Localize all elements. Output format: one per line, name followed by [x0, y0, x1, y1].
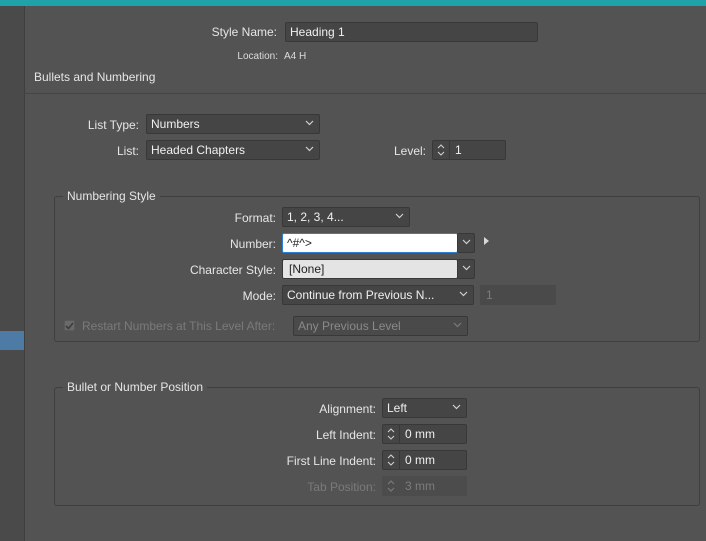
style-name-input[interactable]: Heading 1	[285, 22, 538, 42]
mode-start-field: 1	[480, 285, 556, 305]
first-line-indent-value: 0 mm	[405, 453, 435, 467]
alignment-label: Alignment:	[319, 402, 376, 416]
restart-numbers-label: Restart Numbers at This Level After:	[82, 319, 276, 333]
position-group	[54, 387, 700, 506]
first-line-indent-label: First Line Indent:	[286, 454, 376, 468]
location-value: A4 H	[284, 51, 307, 62]
list-type-value: Numbers	[151, 117, 200, 131]
category-sidebar	[0, 6, 25, 541]
checkmark-icon	[65, 319, 74, 333]
spinner-arrows-icon[interactable]	[383, 425, 400, 443]
number-dropdown-button[interactable]	[457, 233, 475, 253]
tab-position-value: 3 mm	[405, 479, 435, 493]
chevron-down-icon	[462, 263, 471, 274]
format-value: 1, 2, 3, 4...	[287, 210, 344, 224]
list-select[interactable]: Headed Chapters	[146, 140, 320, 160]
first-line-indent-spinner[interactable]: 0 mm	[382, 450, 467, 470]
level-label: Level:	[393, 144, 426, 158]
number-input[interactable]: ^#^>	[282, 233, 458, 253]
level-value: 1	[455, 143, 462, 157]
character-style-dropdown-button[interactable]	[457, 259, 475, 279]
sidebar-item-selected[interactable]	[0, 331, 24, 350]
character-style-select[interactable]: [None]	[282, 259, 458, 279]
format-label: Format:	[234, 211, 276, 225]
style-name-label: Style Name:	[211, 25, 277, 39]
triangle-right-icon[interactable]	[482, 235, 490, 249]
spinner-arrows-icon	[383, 477, 400, 495]
list-type-label: List Type:	[87, 118, 139, 132]
chevron-down-icon	[451, 317, 463, 335]
mode-value: Continue from Previous N...	[287, 288, 435, 302]
section-divider	[24, 93, 706, 94]
chevron-down-icon	[393, 208, 405, 226]
restart-level-select: Any Previous Level	[293, 316, 468, 336]
list-label: List:	[116, 144, 139, 158]
number-label: Number:	[229, 237, 276, 251]
window-accent-bar	[0, 0, 706, 6]
mode-select[interactable]: Continue from Previous N...	[282, 285, 474, 305]
format-select[interactable]: 1, 2, 3, 4...	[282, 207, 410, 227]
list-value: Headed Chapters	[151, 143, 246, 157]
chevron-down-icon	[462, 237, 471, 248]
level-spinner[interactable]: 1	[432, 140, 506, 160]
left-indent-spinner[interactable]: 0 mm	[382, 424, 467, 444]
restart-numbers-checkbox[interactable]	[64, 320, 75, 331]
section-title: Bullets and Numbering	[34, 70, 156, 84]
chevron-down-icon	[303, 141, 315, 159]
spinner-arrows-icon[interactable]	[433, 141, 450, 159]
left-indent-value: 0 mm	[405, 427, 435, 441]
location-label: Location:	[237, 51, 278, 62]
tab-position-spinner: 3 mm	[382, 476, 467, 496]
restart-level-value: Any Previous Level	[298, 319, 401, 333]
mode-label: Mode:	[242, 289, 276, 303]
chevron-down-icon	[457, 286, 469, 304]
spinner-arrows-icon[interactable]	[383, 451, 400, 469]
position-title: Bullet or Number Position	[63, 380, 208, 394]
tab-position-label: Tab Position:	[307, 480, 376, 494]
chevron-down-icon	[303, 115, 315, 133]
list-type-select[interactable]: Numbers	[146, 114, 320, 134]
chevron-down-icon	[450, 399, 462, 417]
numbering-style-title: Numbering Style	[63, 189, 160, 203]
alignment-select[interactable]: Left	[382, 398, 467, 418]
left-indent-label: Left Indent:	[315, 428, 376, 442]
character-style-label: Character Style:	[189, 263, 276, 277]
alignment-value: Left	[387, 401, 408, 415]
